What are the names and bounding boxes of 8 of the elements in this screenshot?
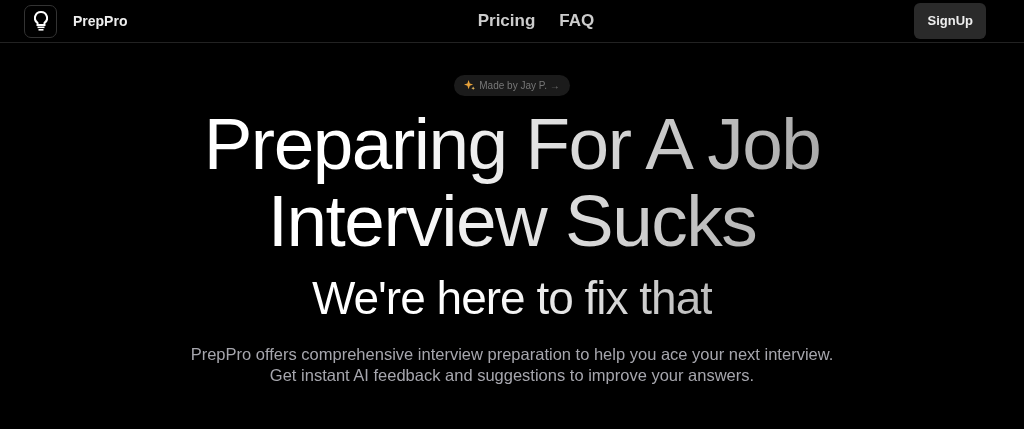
hero-description: PrepPro offers comprehensive interview preparation to help you ace your next interview. Get instant AI feedback and suggestions to improve your answers. — [189, 344, 835, 387]
logo-icon[interactable] — [24, 4, 57, 38]
sparkle-icon — [464, 80, 476, 91]
nav-link[interactable]: Pricing — [477, 8, 536, 34]
nav-link[interactable]: FAQ — [559, 8, 595, 34]
brand-name[interactable]: PrepPro — [73, 10, 128, 32]
signup-button[interactable]: SignUp — [914, 3, 986, 39]
author-badge[interactable]: Made by Jay P. → — [454, 75, 570, 96]
